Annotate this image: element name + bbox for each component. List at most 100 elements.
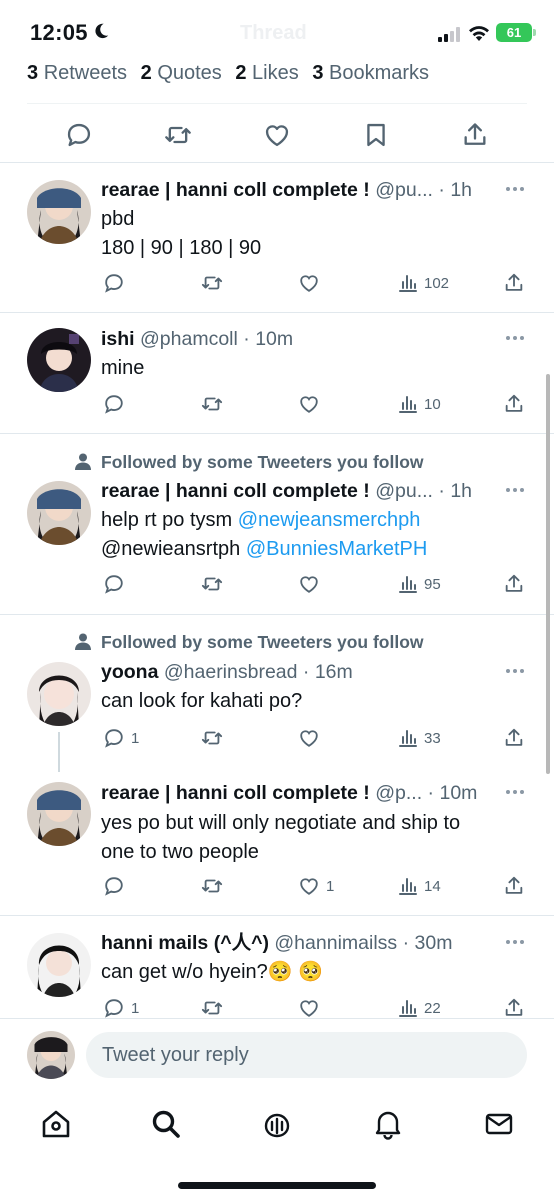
share-icon: [505, 998, 523, 1016]
views-button[interactable]: 102: [398, 271, 449, 295]
like-button[interactable]: [298, 726, 326, 750]
username[interactable]: @hannimailss: [274, 932, 397, 954]
like-button[interactable]: [298, 572, 326, 596]
views-icon: [399, 878, 417, 895]
more-icon[interactable]: [505, 487, 525, 493]
avatar[interactable]: [27, 662, 91, 726]
avatar[interactable]: [27, 180, 91, 244]
like-icon: [300, 1000, 318, 1017]
retweet-button[interactable]: [200, 392, 224, 416]
home-icon[interactable]: [40, 1108, 72, 1140]
share-icon: [505, 273, 523, 291]
avatar[interactable]: [27, 782, 91, 846]
more-icon[interactable]: [505, 186, 525, 192]
views-icon: [399, 576, 417, 593]
retweet-button[interactable]: [200, 996, 224, 1018]
header-title: Thread: [240, 22, 307, 44]
views-button[interactable]: 22: [398, 996, 441, 1018]
more-icon[interactable]: [505, 939, 525, 945]
scrollbar[interactable]: [546, 374, 550, 774]
retweet-button[interactable]: [200, 874, 224, 898]
mention-link[interactable]: @BunniesMarketPH: [246, 538, 427, 560]
stat-likes[interactable]: 2 Likes: [235, 62, 298, 84]
more-icon[interactable]: [505, 668, 525, 674]
reply-count: 1: [131, 729, 140, 747]
like-icon: [300, 576, 318, 593]
avatar[interactable]: [27, 328, 91, 392]
reply-tweet[interactable]: hanni mails (^人^) @hannimailss · 30m can…: [0, 916, 554, 1018]
share-icon: [505, 394, 523, 412]
avatar[interactable]: [27, 933, 91, 997]
username[interactable]: @phamcoll: [140, 328, 238, 350]
reply-tweet[interactable]: ishi @phamcoll · 10m mine 10: [0, 313, 554, 433]
mention-link[interactable]: @newjeansmerchph: [238, 509, 421, 531]
reply-button[interactable]: [103, 392, 131, 416]
like-button[interactable]: [298, 996, 326, 1018]
like-button[interactable]: 1: [298, 874, 334, 898]
reply-composer: [0, 1018, 554, 1094]
reply-icon: [105, 729, 123, 748]
share-button[interactable]: [503, 572, 525, 596]
share-button[interactable]: [503, 392, 525, 416]
reply-button[interactable]: 1: [103, 726, 139, 750]
more-icon[interactable]: [505, 335, 525, 341]
status-time: 12:05: [30, 20, 88, 45]
tweet-actions: 102: [0, 271, 554, 297]
reply-tweet[interactable]: Followed by some Tweeters you follow rea…: [0, 434, 554, 614]
home-indicator[interactable]: [178, 1182, 376, 1189]
reply-button[interactable]: [103, 271, 131, 295]
stat-quotes[interactable]: 2 Quotes: [141, 62, 222, 84]
views-button[interactable]: 14: [398, 874, 441, 898]
retweet-button[interactable]: [200, 726, 224, 750]
tweet-header: rearae | hanni coll complete ! @p... · 1…: [101, 782, 478, 804]
share-button[interactable]: [503, 996, 525, 1018]
reply-tweet[interactable]: rearae | hanni coll complete ! @pu... · …: [0, 163, 554, 312]
reply-button[interactable]: [103, 572, 131, 596]
share-icon: [505, 728, 523, 746]
more-icon[interactable]: [505, 789, 525, 795]
retweet-icon[interactable]: [164, 121, 192, 149]
reply-tweet[interactable]: Followed by some Tweeters you follow yoo…: [0, 615, 554, 772]
username[interactable]: @pu...: [375, 480, 433, 502]
reply-count: 1: [131, 999, 140, 1017]
reply-input[interactable]: [86, 1032, 527, 1078]
reply-tweet[interactable]: rearae | hanni coll complete ! @p... · 1…: [0, 765, 554, 915]
display-name[interactable]: yoona: [101, 661, 158, 683]
display-name[interactable]: rearae | hanni coll complete !: [101, 480, 370, 502]
avatar[interactable]: [27, 1031, 75, 1079]
tweet-header: yoona @haerinsbread · 16m: [101, 661, 353, 683]
retweet-button[interactable]: [200, 271, 224, 295]
reply-button[interactable]: 1: [103, 996, 139, 1018]
display-name[interactable]: rearae | hanni coll complete !: [101, 179, 370, 201]
reply-icon[interactable]: [65, 121, 93, 149]
messages-icon[interactable]: [483, 1108, 515, 1140]
views-button[interactable]: 10: [398, 392, 441, 416]
like-icon: [300, 878, 318, 895]
share-button[interactable]: [503, 271, 525, 295]
engagement-stats: 3 Retweets 2 Quotes 2 Likes 3 Bookmarks: [27, 62, 429, 85]
username[interactable]: @pu...: [375, 179, 433, 201]
username[interactable]: @haerinsbread: [164, 661, 298, 683]
reply-button[interactable]: [103, 874, 131, 898]
views-button[interactable]: 33: [398, 726, 441, 750]
display-name[interactable]: hanni mails (^人^): [101, 932, 269, 954]
share-button[interactable]: [503, 726, 525, 750]
spaces-icon[interactable]: [261, 1108, 293, 1140]
share-button[interactable]: [503, 874, 525, 898]
like-icon[interactable]: [263, 121, 291, 149]
share-icon[interactable]: [461, 121, 489, 149]
like-button[interactable]: [298, 392, 326, 416]
stat-bookmarks[interactable]: 3 Bookmarks: [312, 62, 429, 84]
avatar[interactable]: [27, 481, 91, 545]
display-name[interactable]: rearae | hanni coll complete !: [101, 782, 370, 804]
views-button[interactable]: 95: [398, 572, 441, 596]
search-icon[interactable]: [150, 1108, 182, 1140]
display-name[interactable]: ishi: [101, 328, 135, 350]
bookmark-icon[interactable]: [362, 121, 390, 149]
like-button[interactable]: [298, 271, 326, 295]
tweet-actions: 95: [0, 572, 554, 598]
notifications-icon[interactable]: [372, 1108, 404, 1140]
username[interactable]: @p...: [375, 782, 422, 804]
retweet-button[interactable]: [200, 572, 224, 596]
stat-retweets[interactable]: 3 Retweets: [27, 62, 127, 84]
